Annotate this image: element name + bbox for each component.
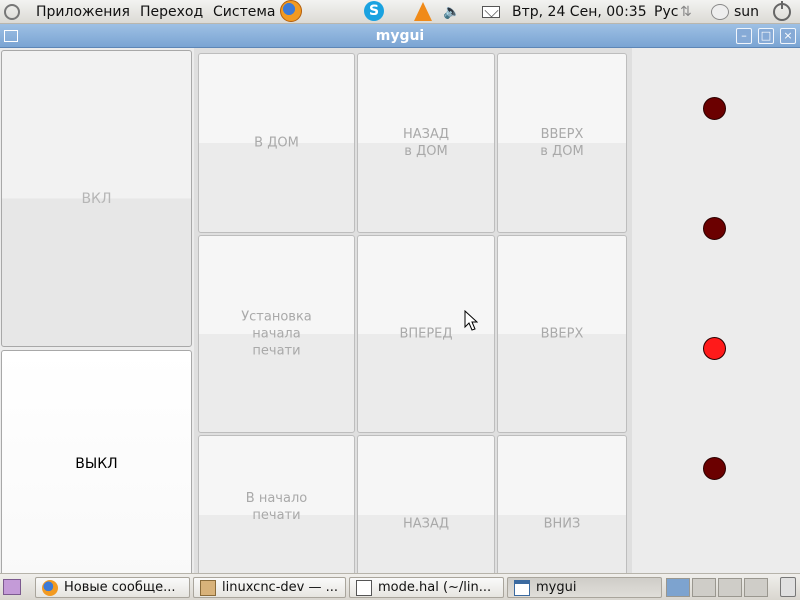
task-file-manager[interactable]: linuxcnc-dev — ... bbox=[193, 577, 346, 598]
back-home-button[interactable]: НАЗАД в ДОМ bbox=[357, 53, 495, 233]
indicator-led-3 bbox=[703, 337, 726, 360]
task-label: mygui bbox=[536, 580, 577, 595]
mouse-cursor-icon bbox=[464, 310, 478, 331]
up-button[interactable]: ВВЕРХ bbox=[497, 235, 627, 433]
window-titlebar[interactable]: mygui – □ × bbox=[0, 24, 800, 48]
set-print-origin-button[interactable]: Установка начала печати bbox=[198, 235, 355, 433]
indicator-led-4 bbox=[703, 457, 726, 480]
top-panel: Приложения Переход Система S 🔈 Втр, 24 С… bbox=[0, 0, 800, 24]
task-firefox[interactable]: Новые сообще... bbox=[35, 577, 190, 598]
bottom-taskbar: Новые сообще... linuxcnc-dev — ... mode.… bbox=[0, 573, 800, 600]
keyboard-layout-indicator[interactable]: Рус bbox=[654, 4, 678, 20]
close-button[interactable]: × bbox=[780, 28, 796, 44]
task-label: linuxcnc-dev — ... bbox=[222, 580, 338, 595]
task-text-editor[interactable]: mode.hal (~/lin... bbox=[349, 577, 504, 598]
ubuntu-logo-icon[interactable] bbox=[4, 4, 20, 20]
down-button[interactable]: ВНИЗ bbox=[497, 435, 627, 595]
firefox-icon bbox=[42, 580, 58, 596]
power-panel: ВКЛ ВЫКЛ bbox=[0, 48, 194, 578]
show-desktop-icon[interactable] bbox=[3, 579, 21, 595]
trash-icon[interactable] bbox=[780, 577, 796, 597]
button-label: НАЗАД в ДОМ bbox=[402, 127, 450, 159]
button-label: НАЗАД bbox=[402, 516, 450, 532]
volume-icon[interactable]: 🔈 bbox=[443, 4, 461, 20]
power-icon[interactable] bbox=[773, 1, 791, 21]
button-label: ВНИЗ bbox=[543, 516, 581, 532]
task-mygui[interactable]: mygui bbox=[507, 577, 662, 598]
maximize-button[interactable]: □ bbox=[758, 28, 774, 44]
power-off-label: ВЫКЛ bbox=[75, 456, 118, 472]
indicator-panel bbox=[632, 48, 800, 573]
button-label: Установка начала печати bbox=[241, 309, 312, 359]
folder-icon bbox=[200, 580, 216, 596]
control-grid: В ДОМ НАЗАД в ДОМ ВВЕРХ в ДОМ Установка … bbox=[196, 50, 630, 595]
text-editor-icon bbox=[356, 580, 372, 596]
forward-button[interactable]: ВПЕРЕД bbox=[357, 235, 495, 433]
menu-system[interactable]: Система bbox=[213, 4, 275, 20]
vlc-tray-icon[interactable] bbox=[414, 2, 432, 21]
menu-applications[interactable]: Приложения bbox=[36, 4, 130, 20]
menu-places[interactable]: Переход bbox=[140, 4, 203, 20]
mail-icon[interactable] bbox=[482, 6, 500, 18]
firefox-launcher-icon[interactable] bbox=[280, 0, 302, 22]
username[interactable]: sun bbox=[734, 4, 759, 20]
button-label: В ДОМ bbox=[254, 135, 299, 151]
clock[interactable]: Втр, 24 Сен, 00:35 bbox=[512, 4, 647, 20]
button-label: ВВЕРХ bbox=[540, 326, 584, 342]
user-status-icon[interactable] bbox=[711, 4, 729, 20]
workspace-4[interactable] bbox=[744, 578, 768, 597]
task-label: mode.hal (~/lin... bbox=[378, 580, 492, 595]
power-on-label: ВКЛ bbox=[81, 190, 112, 207]
task-label: Новые сообще... bbox=[64, 580, 176, 595]
back-button[interactable]: НАЗАД bbox=[357, 435, 495, 595]
power-off-button[interactable]: ВЫКЛ bbox=[1, 350, 192, 578]
network-icon[interactable]: ⇅ bbox=[680, 3, 698, 21]
minimize-button[interactable]: – bbox=[736, 28, 752, 44]
skype-tray-icon[interactable]: S bbox=[364, 1, 384, 21]
window-icon bbox=[514, 580, 530, 596]
workspace-1[interactable] bbox=[666, 578, 690, 597]
home-button[interactable]: В ДОМ bbox=[198, 53, 355, 233]
workspace-3[interactable] bbox=[718, 578, 742, 597]
go-to-print-origin-button[interactable]: В начало печати bbox=[198, 435, 355, 595]
button-label: ВВЕРХ в ДОМ bbox=[540, 127, 584, 159]
window-content: ВКЛ ВЫКЛ В ДОМ НАЗАД в ДОМ ВВЕРХ в ДОМ У… bbox=[0, 48, 800, 595]
workspace-2[interactable] bbox=[692, 578, 716, 597]
window-title: mygui bbox=[375, 28, 425, 44]
indicator-led-2 bbox=[703, 217, 726, 240]
power-on-button[interactable]: ВКЛ bbox=[1, 50, 192, 347]
up-home-button[interactable]: ВВЕРХ в ДОМ bbox=[497, 53, 627, 233]
indicator-led-1 bbox=[703, 97, 726, 120]
button-label: В начало печати bbox=[245, 491, 308, 524]
